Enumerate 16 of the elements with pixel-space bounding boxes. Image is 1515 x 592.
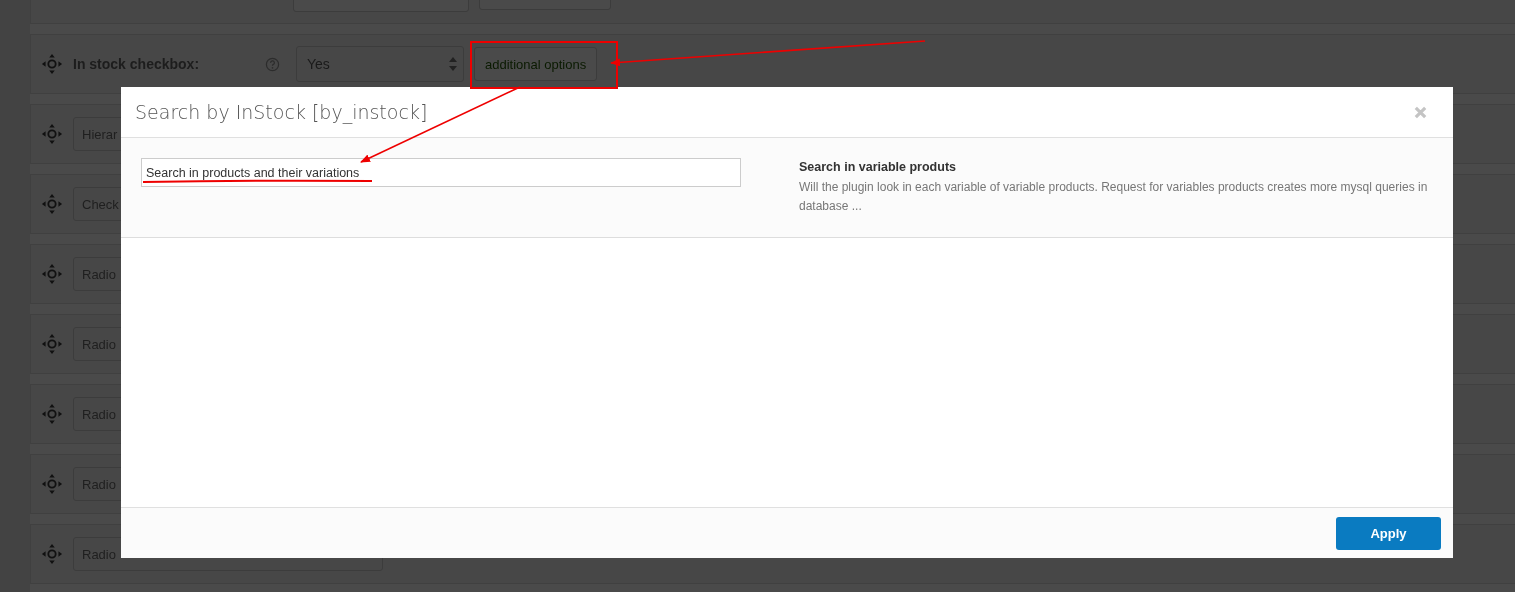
select-arrows-icon [449, 57, 457, 71]
apply-button[interactable]: Apply [1336, 516, 1441, 550]
move-icon[interactable] [41, 193, 63, 215]
modal-title: Search by InStock [by_instock] [135, 101, 428, 123]
move-icon[interactable] [41, 543, 63, 565]
move-icon[interactable] [41, 53, 63, 75]
move-icon[interactable] [41, 473, 63, 495]
help-icon[interactable] [265, 56, 280, 72]
option-description: Will the plugin look in each variable of variable products. Request for variables products creates more mysql queries in database ... [799, 179, 1429, 215]
move-icon[interactable] [41, 263, 63, 285]
close-icon[interactable] [1413, 104, 1428, 120]
move-icon[interactable] [41, 333, 63, 355]
move-icon[interactable] [41, 403, 63, 425]
option-title: Search in variable produts [799, 160, 957, 174]
move-icon[interactable] [41, 123, 63, 145]
text-input[interactable]: Search in products and their variations [141, 158, 741, 187]
